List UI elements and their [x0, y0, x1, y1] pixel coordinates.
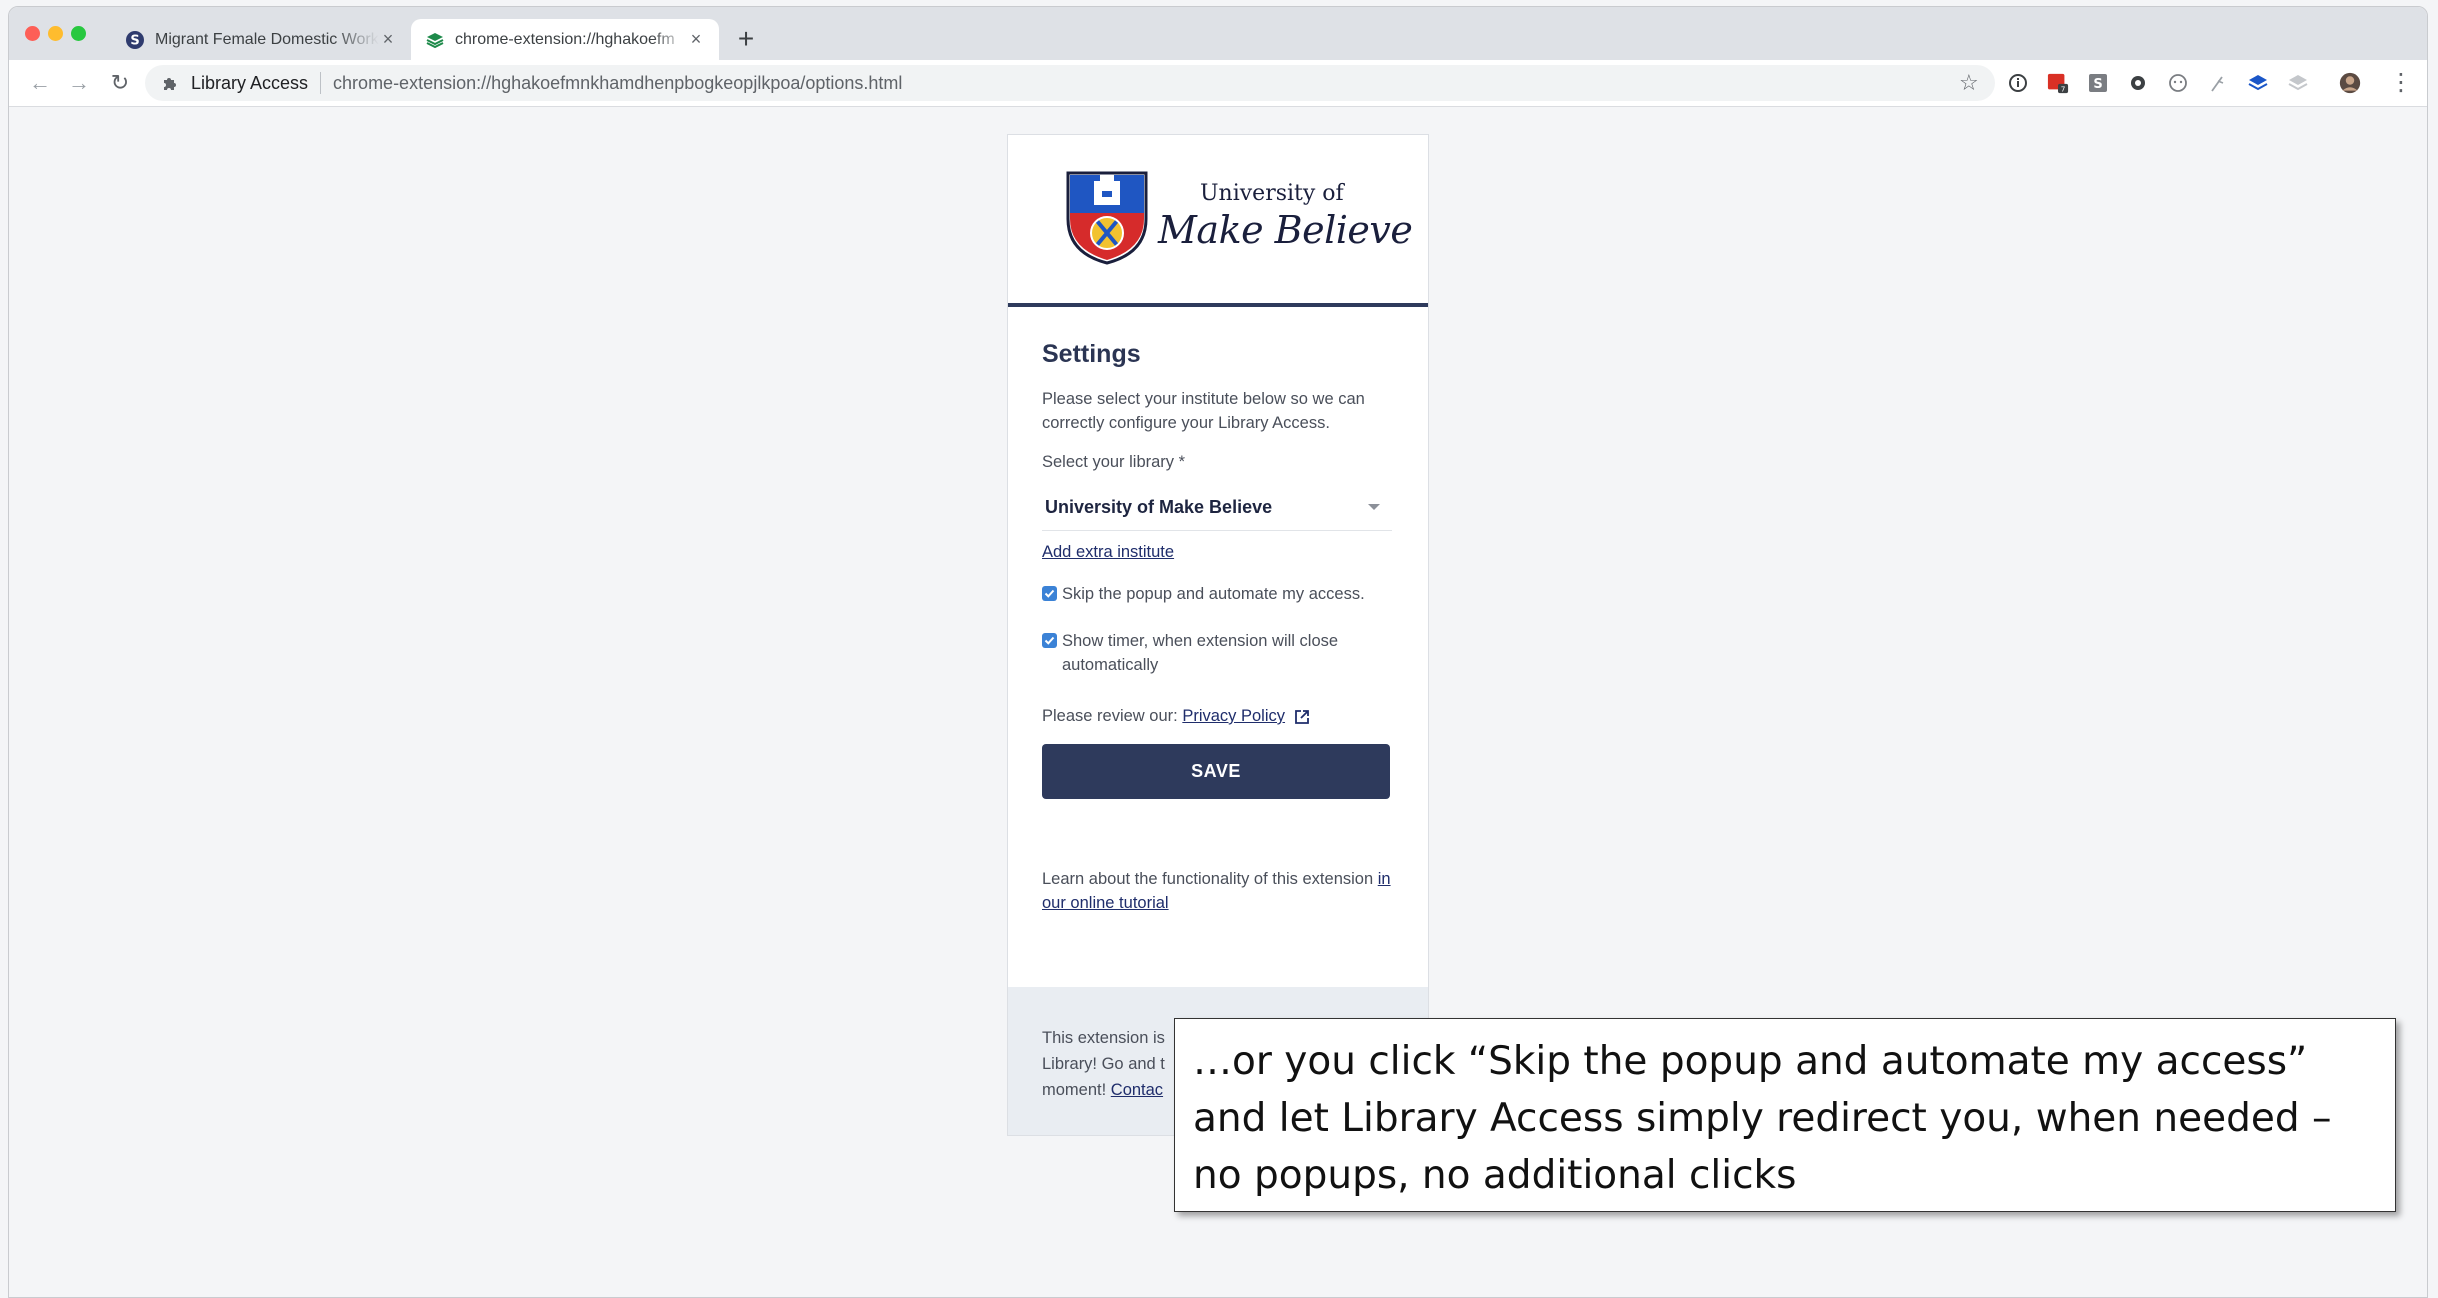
learn-prefix: Learn about the functionality of this ex… [1042, 870, 1378, 888]
pdf-badge-icon[interactable]: 7 [2047, 72, 2069, 94]
show-timer-checkbox[interactable] [1042, 633, 1057, 648]
new-tab-button[interactable]: + [729, 22, 763, 56]
tab-title: chrome-extension://hghakoefm [455, 30, 675, 48]
library-select[interactable]: University of Make Believe [1042, 484, 1392, 531]
show-timer-label: Show timer, when extension will close au… [1062, 632, 1339, 674]
annotation-callout: …or you click “Skip the popup and automa… [1174, 1018, 2396, 1212]
face-icon[interactable] [2167, 72, 2189, 94]
add-extra-institute-link[interactable]: Add extra institute [1042, 543, 1174, 561]
s-logo-icon: S [125, 30, 145, 50]
close-window-button[interactable] [25, 26, 40, 41]
contact-link[interactable]: Contac [1111, 1081, 1163, 1099]
show-timer-option[interactable]: Show timer, when extension will close au… [1042, 629, 1392, 677]
tab-strip: S Migrant Female Domestic Work × chrome-… [9, 7, 2427, 60]
back-arrow-icon[interactable]: ← [25, 68, 55, 98]
zoom-window-button[interactable] [71, 26, 86, 41]
save-button[interactable]: SAVE [1042, 744, 1390, 799]
tab-migrant-female[interactable]: S Migrant Female Domestic Work × [111, 19, 411, 60]
info-icon[interactable] [2007, 72, 2029, 94]
learn-text: Learn about the functionality of this ex… [1042, 867, 1392, 915]
close-icon[interactable]: × [379, 29, 397, 50]
close-icon[interactable]: × [687, 29, 705, 50]
tab-extension-options[interactable]: chrome-extension://hghakoefm × [411, 19, 719, 60]
address-bar[interactable]: Library Access chrome-extension://hghako… [145, 65, 1995, 101]
more-menu-icon[interactable]: ⋮ [2389, 68, 2413, 98]
browser-toolbar: ← → ↻ Library Access chrome-extension://… [9, 60, 2427, 107]
logo-wordmark: University of Make Believe [1158, 181, 1413, 252]
library-select-label: Select your library * [1042, 453, 1186, 471]
crest-icon [1066, 171, 1148, 265]
skip-popup-label: Skip the popup and automate my access. [1062, 585, 1365, 603]
skip-popup-checkbox[interactable] [1042, 586, 1057, 601]
bookmark-star-icon[interactable]: ☆ [1959, 71, 1979, 95]
selected-library: University of Make Believe [1045, 496, 1273, 517]
external-link-icon[interactable] [1293, 708, 1311, 726]
site-name: Library Access [191, 72, 309, 93]
privacy-policy-row: Please review our: Privacy Policy [1042, 707, 1392, 726]
circle-icon[interactable] [2127, 72, 2149, 94]
badge-count: 7 [2061, 85, 2066, 94]
url-text: chrome-extension://hghakoefmnkhamdhenpbo… [333, 72, 903, 93]
checkmark-icon [1044, 636, 1055, 645]
settings-title: Settings [1042, 340, 1141, 368]
divider [320, 72, 322, 94]
puzzle-icon [161, 75, 183, 92]
footer-line3-prefix: moment! [1042, 1081, 1111, 1099]
svg-text:S: S [130, 33, 139, 48]
privacy-policy-link[interactable]: Privacy Policy [1182, 707, 1285, 726]
settings-description: Please select your institute below so we… [1042, 390, 1365, 432]
tab-title: Migrant Female Domestic Work [155, 30, 379, 48]
dropdown-caret-icon [1368, 504, 1380, 510]
forward-arrow-icon[interactable]: → [64, 68, 94, 98]
stack-icon [425, 30, 445, 50]
logo-line2: Make Believe [1158, 208, 1413, 252]
stack-blue-icon[interactable] [2247, 72, 2269, 94]
reload-icon[interactable]: ↻ [105, 68, 135, 98]
options-card: University of Make Believe Settings Plea… [1007, 134, 1429, 1136]
settings-section: Settings Please select your institute be… [1042, 340, 1392, 915]
profile-avatar-icon[interactable] [2339, 72, 2361, 94]
minimize-window-button[interactable] [48, 26, 63, 41]
svg-text:S: S [2093, 77, 2102, 92]
skip-popup-option[interactable]: Skip the popup and automate my access. [1042, 582, 1392, 606]
feather-icon[interactable] [2207, 72, 2229, 94]
policy-prefix: Please review our: [1042, 707, 1183, 725]
checkmark-icon [1044, 589, 1055, 598]
s-square-icon[interactable]: S [2087, 72, 2109, 94]
logo-line1: University of [1200, 181, 1344, 206]
stack-gray-icon[interactable] [2287, 72, 2309, 94]
university-logo: University of Make Believe [1008, 135, 1428, 307]
